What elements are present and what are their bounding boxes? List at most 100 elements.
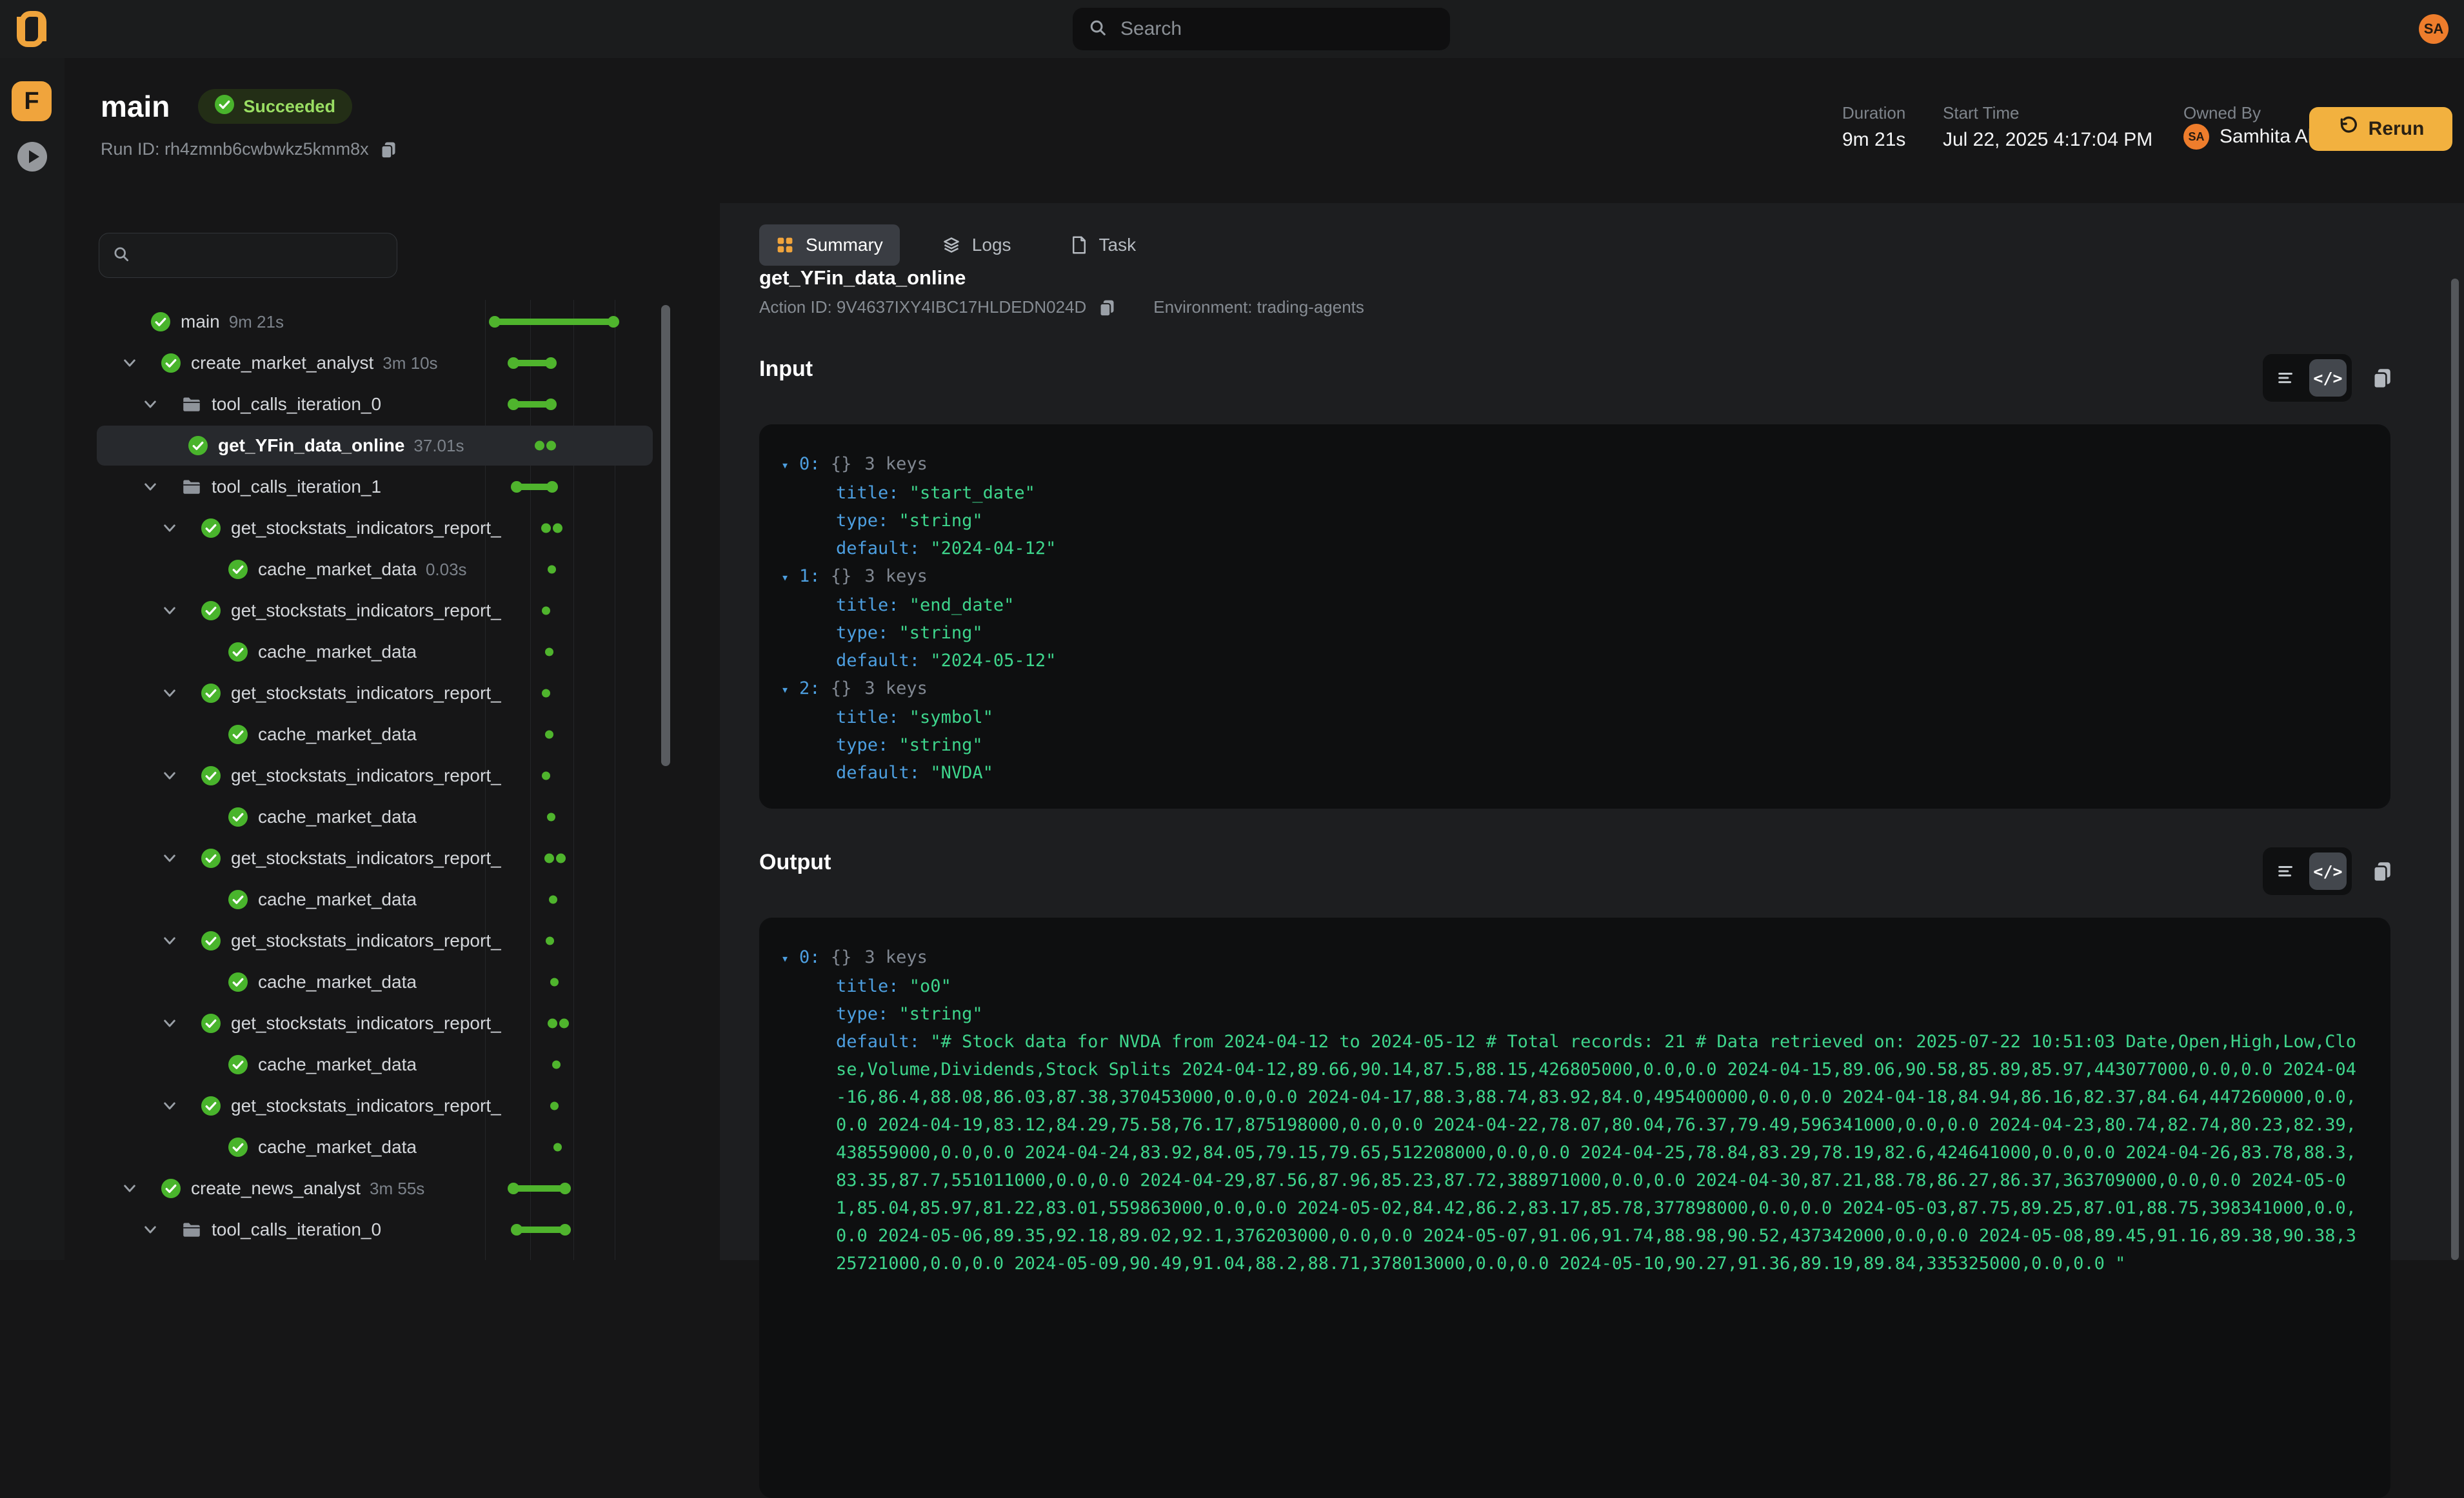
tree-item-get_stockstats_indicators_report_[interactable]: get_stockstats_indicators_report_ [65, 673, 720, 714]
tree-item-get_stockstats_indicators_report_[interactable]: get_stockstats_indicators_report_ [65, 1003, 720, 1044]
chevron-down-icon[interactable] [121, 355, 138, 371]
collapse-triangle-icon[interactable]: ▾ [781, 569, 789, 585]
tree-item-duration: 9m 21s [229, 312, 284, 332]
tree-item-label: get_YFin_data_online [218, 435, 404, 456]
json-key: title: [836, 595, 909, 615]
chevron-down-icon[interactable] [161, 1098, 178, 1114]
global-search-input[interactable] [1119, 17, 1435, 41]
tree-search-input[interactable] [139, 244, 384, 266]
tab-task[interactable]: Task [1054, 224, 1153, 266]
tree-item-cache_market_data[interactable]: cache_market_data [65, 1127, 720, 1168]
tree-search[interactable] [99, 233, 397, 278]
tab-summary[interactable]: Summary [759, 224, 900, 266]
copy-output-icon[interactable] [2371, 860, 2393, 882]
tree-item-cache_market_data[interactable]: cache_market_data [65, 631, 720, 673]
window-scrollbar[interactable] [2451, 279, 2459, 1260]
copy-input-icon[interactable] [2371, 367, 2393, 389]
tree-item-duration: 37.01s [413, 436, 464, 456]
json-field-type: type: "string" [781, 507, 2365, 535]
tree-item-cache_market_data[interactable]: cache_market_data [65, 796, 720, 838]
json-index: 1: [799, 566, 820, 586]
collapse-triangle-icon[interactable]: ▾ [781, 951, 789, 966]
tree-item-duration: 0.03s [426, 560, 467, 580]
json-value: "2024-05-12" [930, 651, 1056, 671]
chevron-down-icon[interactable] [161, 520, 178, 537]
json-value: "string" [899, 511, 983, 531]
chevron-down-icon[interactable] [161, 685, 178, 702]
tree-item-cache_market_data[interactable]: cache_market_data0.03s [65, 549, 720, 590]
tree-item-tool_calls_iteration_0[interactable]: tool_calls_iteration_0 [65, 384, 720, 425]
tree-item-cache_market_data[interactable]: cache_market_data [65, 1044, 720, 1085]
check-circle-icon [201, 1014, 221, 1033]
owned-by-label: Owned By [2183, 103, 2261, 123]
chevron-down-icon[interactable] [142, 1221, 159, 1238]
tree-item-get_stockstats_indicators_report_[interactable]: get_stockstats_indicators_report_ [65, 838, 720, 879]
check-circle-icon [161, 1179, 181, 1198]
owner-avatar: SA [2183, 124, 2209, 150]
tree-item-cache_market_data[interactable]: cache_market_data [65, 961, 720, 1003]
check-circle-icon [151, 312, 170, 331]
union-logo-icon[interactable] [17, 9, 46, 49]
tree-item-label: get_stockstats_indicators_report_ [231, 518, 501, 538]
collapse-triangle-icon[interactable]: ▾ [781, 457, 789, 473]
run-header: main Succeeded Run ID: rh4zmnb6cwbwkz5km… [65, 58, 2464, 203]
chevron-down-icon[interactable] [142, 478, 159, 495]
tree-item-get_YFin_data_online[interactable]: get_YFin_data_online 37.01s [65, 425, 720, 466]
tree-item-tool_calls_iteration_1[interactable]: tool_calls_iteration_1 [65, 466, 720, 508]
tree-scrollbar[interactable] [661, 305, 670, 766]
tree-item-main[interactable]: main9m 21s [65, 301, 720, 342]
json-value: "o0" [909, 976, 951, 996]
chevron-down-icon[interactable] [161, 850, 178, 867]
json-key: type: [836, 623, 899, 643]
collapse-triangle-icon[interactable]: ▾ [781, 682, 789, 697]
chevron-down-icon[interactable] [121, 1180, 138, 1197]
tree-item-get_stockstats_indicators_report_[interactable]: get_stockstats_indicators_report_ [65, 755, 720, 796]
tab-logs[interactable]: Logs [926, 224, 1028, 266]
tree-item-label: cache_market_data [258, 724, 417, 745]
tree-item-label: tool_calls_iteration_0 [212, 1219, 381, 1240]
chevron-down-icon[interactable] [161, 767, 178, 784]
json-key: title: [836, 707, 909, 727]
tree-item-label: get_stockstats_indicators_report_ [231, 1096, 501, 1116]
chevron-down-icon[interactable] [161, 1015, 178, 1032]
project-icon[interactable]: F [12, 81, 52, 121]
json-field-default: default: "NVDA" [781, 759, 2365, 787]
tree-item-create_news_analyst[interactable]: create_news_analyst3m 55s [65, 1168, 720, 1209]
json-key: title: [836, 483, 909, 503]
tree-item-get_stockstats_indicators_report_[interactable]: get_stockstats_indicators_report_ [65, 1085, 720, 1127]
runs-nav-button[interactable] [17, 142, 47, 172]
gantt-bar [545, 731, 553, 739]
gantt-bar [542, 607, 550, 615]
json-entry-header: ▾0: {}3 keys [781, 943, 2365, 972]
global-search[interactable] [1073, 8, 1450, 50]
chevron-down-icon[interactable] [161, 602, 178, 619]
json-brace: {} [820, 454, 852, 474]
json-key-count: 3 keys [864, 678, 928, 698]
tree-item-create_market_analyst[interactable]: create_market_analyst3m 10s [65, 342, 720, 384]
tree-item-duration: 3m 10s [383, 353, 437, 373]
copy-action-id-icon[interactable] [1098, 299, 1116, 317]
text-view-button[interactable] [2268, 359, 2305, 397]
tree-item-tool_calls_iteration_0[interactable]: tool_calls_iteration_0 [65, 1209, 720, 1250]
tree-item-get_stockstats_indicators_report_[interactable]: get_stockstats_indicators_report_ [65, 508, 720, 549]
gantt-bar [535, 441, 556, 451]
text-view-button[interactable] [2268, 852, 2305, 890]
gantt-bar [514, 1227, 568, 1233]
code-view-button[interactable]: </> [2309, 359, 2347, 397]
tree-item-get_stockstats_indicators_report_[interactable]: get_stockstats_indicators_report_ [65, 590, 720, 631]
duration-value: 9m 21s [1842, 129, 1905, 151]
action-id: Action ID: 9V4637IXY4IBC17HLDEDN024D [759, 297, 1086, 317]
user-avatar[interactable]: SA [2419, 14, 2449, 44]
tree-item-get_stockstats_indicators_report_[interactable]: get_stockstats_indicators_report_ [65, 920, 720, 961]
json-key: default: [836, 763, 930, 783]
chevron-down-icon[interactable] [161, 932, 178, 949]
tree-item-cache_market_data[interactable]: cache_market_data [65, 714, 720, 755]
tree-item-label: get_stockstats_indicators_report_ [231, 683, 501, 704]
chevron-down-icon[interactable] [142, 396, 159, 413]
json-index: 0: [799, 454, 820, 474]
code-view-button[interactable]: </> [2309, 852, 2347, 890]
rerun-button[interactable]: Rerun [2309, 107, 2452, 151]
tree-item-cache_market_data[interactable]: cache_market_data [65, 879, 720, 920]
copy-run-id-icon[interactable] [379, 141, 397, 159]
tree-item-label: cache_market_data [258, 1137, 417, 1158]
